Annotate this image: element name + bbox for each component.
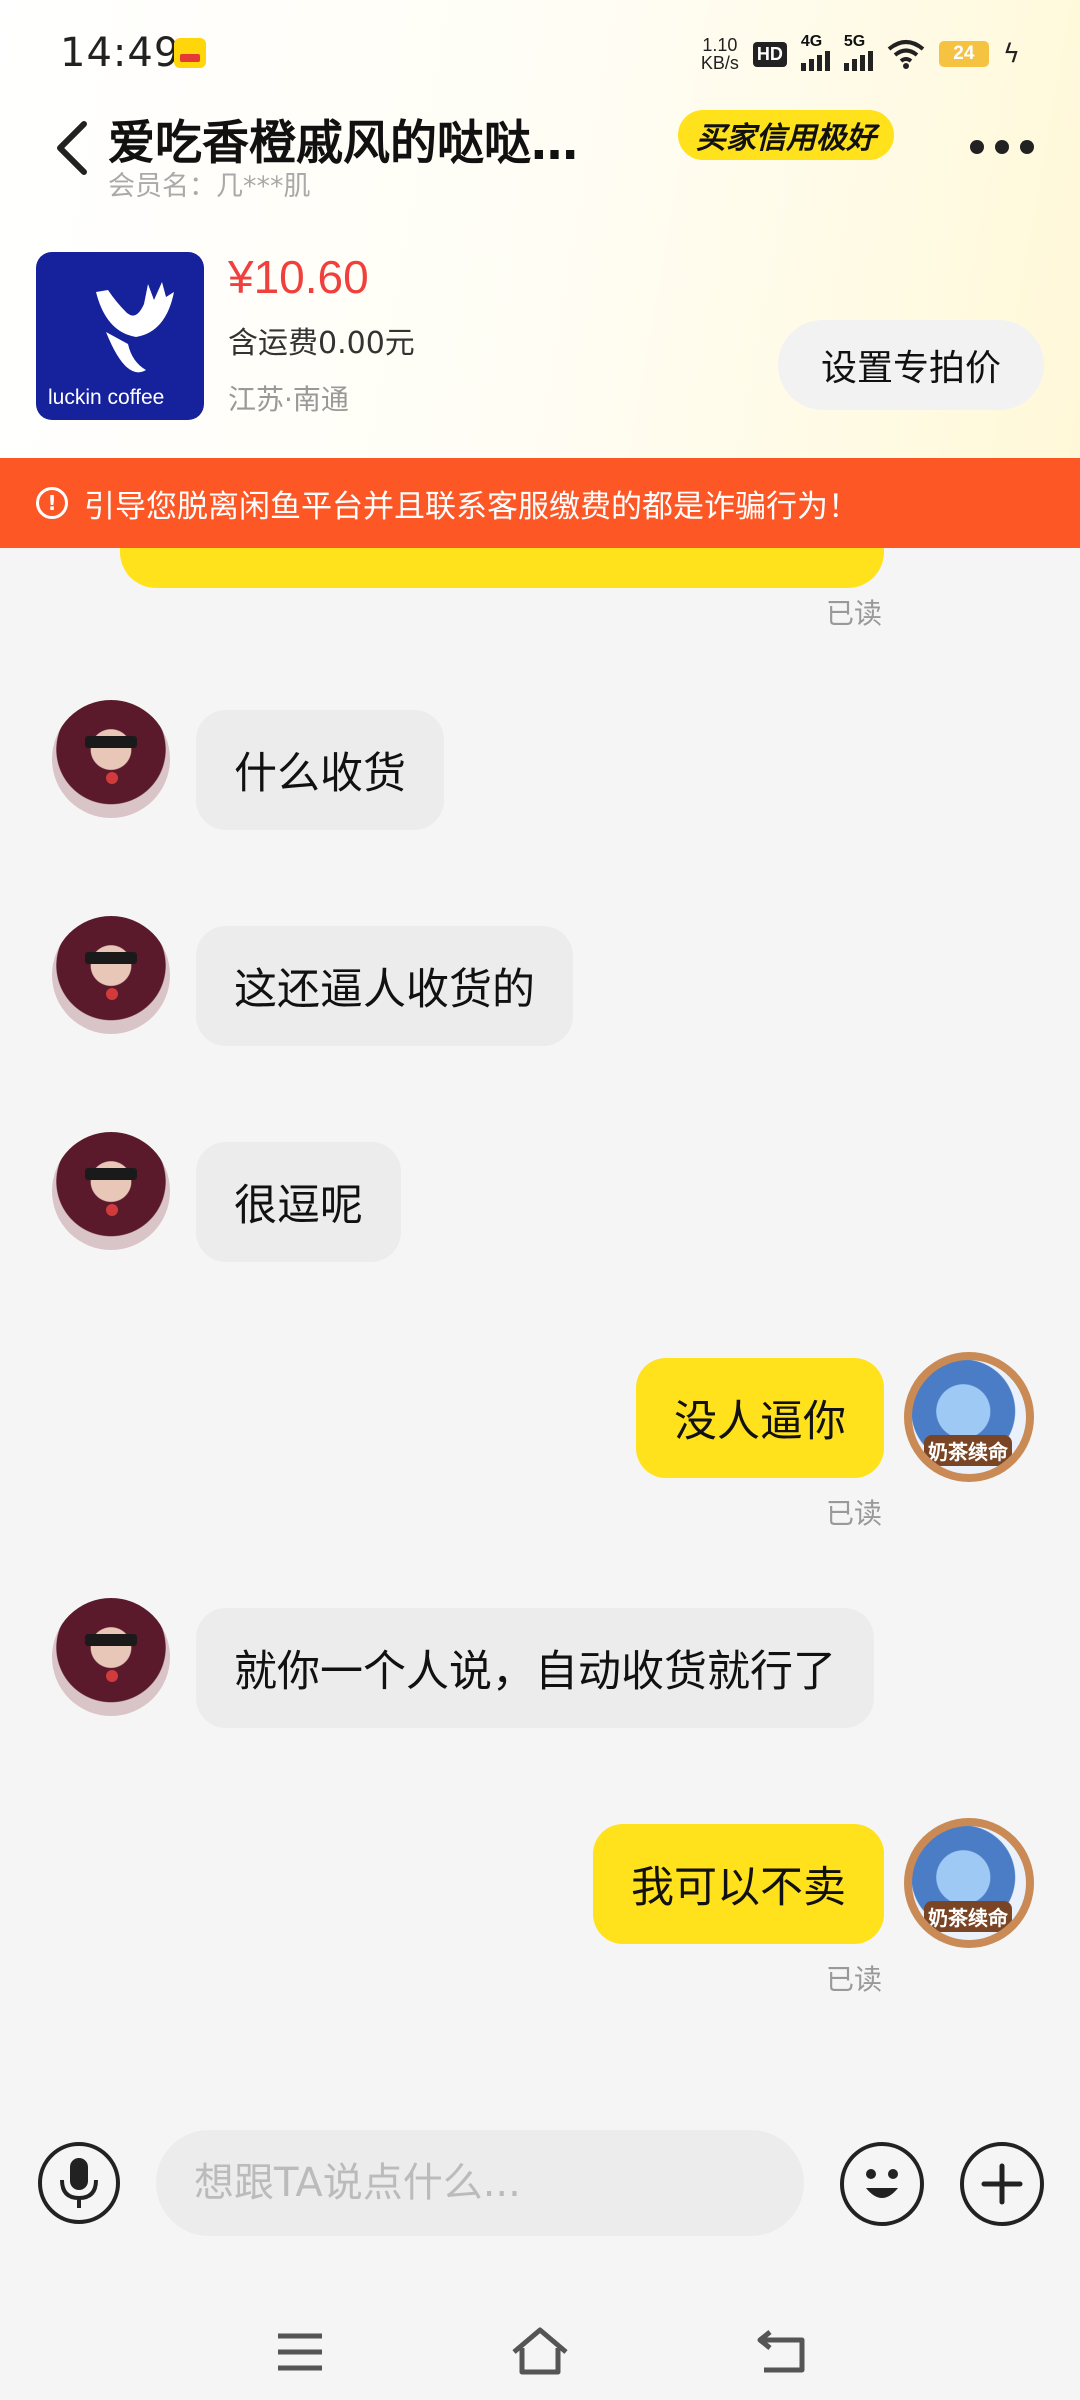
voice-input-button[interactable]	[38, 2142, 120, 2224]
my-avatar[interactable]	[904, 1352, 1034, 1482]
partner-avatar[interactable]	[52, 916, 170, 1034]
network-speed-unit: KB/s	[700, 53, 739, 73]
charging-icon: ϟ	[1002, 39, 1020, 69]
message-bubble-outgoing-partial[interactable]	[120, 548, 884, 588]
message-bubble-outgoing[interactable]: 我可以不卖	[593, 1824, 884, 1944]
product-brand: luckin coffee	[48, 386, 165, 409]
read-receipt: 已读	[826, 1497, 883, 1530]
partner-avatar[interactable]	[52, 700, 170, 818]
chat-title: 爱吃香橙戚风的哒哒…	[108, 116, 578, 171]
battery-icon: 24	[938, 41, 989, 67]
emoji-icon	[866, 2169, 898, 2198]
notification-app-icon	[174, 38, 206, 68]
system-navigation-bar	[0, 2290, 1080, 2400]
read-receipt: 已读	[826, 1963, 883, 1996]
home-icon[interactable]	[510, 2326, 570, 2376]
message-bubble-incoming[interactable]: 就你一个人说，自动收货就行了	[196, 1608, 874, 1728]
product-location: 江苏·南通	[228, 383, 349, 416]
network-speed: 1.10 KB/s	[701, 36, 739, 72]
menu-icon[interactable]	[276, 2332, 324, 2372]
wifi-icon	[887, 40, 925, 69]
product-image[interactable]: luckin coffee	[36, 252, 204, 420]
message-bubble-incoming[interactable]: 很逗呢	[196, 1142, 401, 1262]
warning-icon: !	[36, 487, 68, 519]
credit-badge[interactable]: 买家信用极好	[678, 110, 894, 160]
more-icon[interactable]	[970, 140, 1034, 156]
partner-avatar[interactable]	[52, 1598, 170, 1716]
hd-icon: HD	[752, 41, 787, 67]
signal-5g-label: 5G	[843, 33, 866, 50]
member-name: 会员名：几***肌	[108, 171, 311, 202]
set-special-price-button[interactable]: 设置专拍价	[778, 320, 1044, 410]
message-bubble-incoming[interactable]: 什么收货	[196, 710, 444, 830]
message-input[interactable]	[156, 2130, 804, 2236]
back-nav-icon[interactable]	[756, 2328, 808, 2374]
microphone-icon	[60, 2158, 98, 2208]
message-bubble-incoming[interactable]: 这还逼人收货的	[196, 926, 573, 1046]
fraud-warning-banner: ! 引导您脱离闲鱼平台并且联系客服缴费的都是诈骗行为！	[0, 458, 1080, 548]
product-price: ¥10.60	[228, 251, 369, 303]
back-icon[interactable]	[48, 118, 98, 178]
signal-4g-icon: 4G	[800, 33, 830, 71]
my-avatar[interactable]	[904, 1818, 1034, 1948]
message-bubble-outgoing[interactable]: 没人逼你	[636, 1358, 884, 1478]
emoji-button[interactable]	[840, 2142, 924, 2226]
read-receipt: 已读	[826, 597, 883, 630]
status-time: 14:49	[60, 30, 181, 76]
chat-messages[interactable]: 已读 什么收货 这还逼人收货的 很逗呢 没人逼你 已读 就你一个人说，自动收货就…	[0, 548, 1080, 2108]
product-shipping: 含运费0.00元	[228, 326, 415, 361]
network-speed-value: 1.10	[702, 35, 738, 55]
status-indicators: 1.10 KB/s HD 4G 5G 24 ϟ	[701, 33, 1020, 74]
signal-4g-label: 4G	[800, 33, 823, 50]
more-actions-button[interactable]	[960, 2142, 1044, 2226]
partner-avatar[interactable]	[52, 1132, 170, 1250]
status-bar: 14:49 1.10 KB/s HD 4G 5G 24 ϟ	[0, 0, 1080, 105]
warning-text: 引导您脱离闲鱼平台并且联系客服缴费的都是诈骗行为！	[84, 488, 859, 525]
plus-icon	[981, 2163, 1023, 2205]
signal-5g-icon: 5G	[843, 33, 873, 71]
